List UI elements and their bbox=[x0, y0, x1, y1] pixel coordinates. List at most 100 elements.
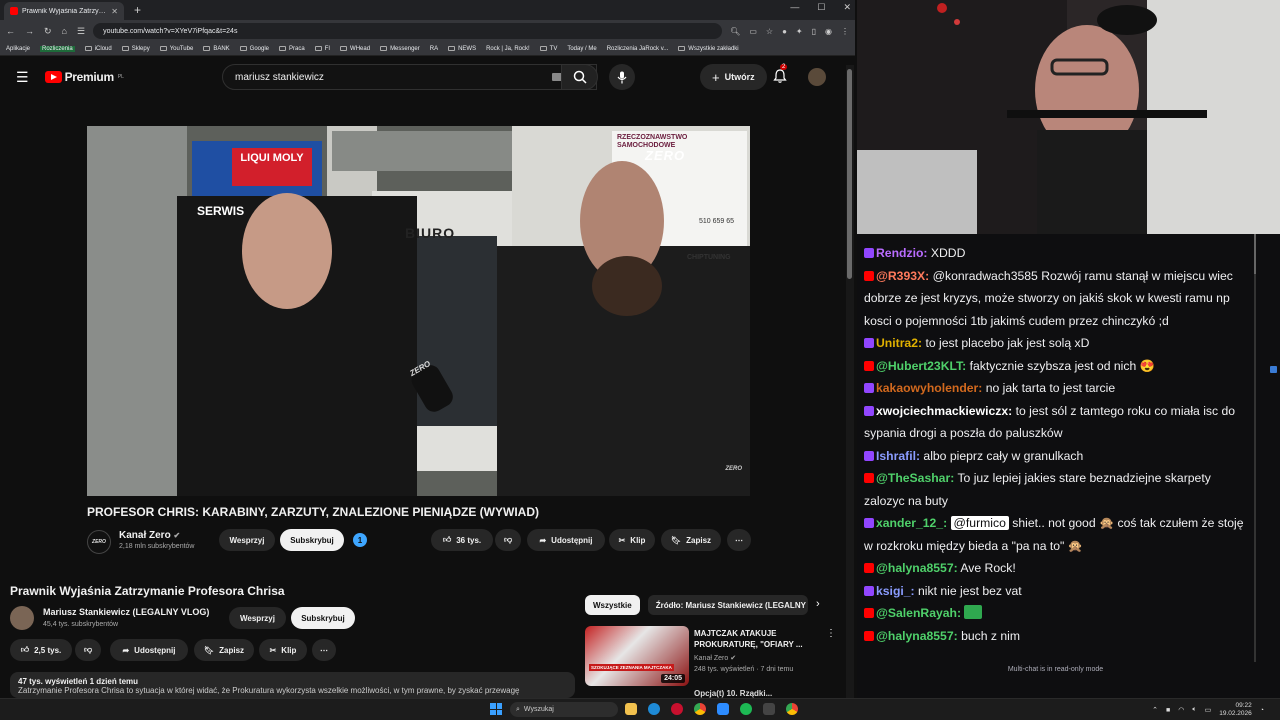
cast-icon[interactable]: ▭ bbox=[749, 27, 757, 36]
bookmark-item[interactable]: Sklepy bbox=[121, 46, 150, 52]
chat-username[interactable]: Rendzio: bbox=[876, 246, 927, 260]
app-icon[interactable] bbox=[717, 703, 729, 715]
chat-username[interactable]: @halyna8557: bbox=[876, 561, 958, 575]
maximize-icon[interactable]: ☐ bbox=[817, 2, 825, 13]
profile-icon[interactable]: ◉ bbox=[825, 27, 832, 36]
clock[interactable]: 09:22 19.02.2026 bbox=[1219, 702, 1252, 718]
chat-username[interactable]: @halyna8557: bbox=[876, 629, 958, 643]
bookmark-item[interactable]: Wszystkie zakładki bbox=[678, 46, 739, 52]
share-button[interactable]: ➦ Udostępnij bbox=[527, 529, 605, 551]
minimize-icon[interactable]: — bbox=[790, 2, 799, 13]
video2-clip-button[interactable]: ✂ Klip bbox=[259, 639, 307, 661]
video2-share-button[interactable]: ➦ Udostępnij bbox=[110, 639, 188, 661]
chips-next-icon[interactable]: › bbox=[816, 598, 820, 610]
channel-avatar[interactable]: ZERO bbox=[87, 530, 111, 554]
bookmark-item[interactable]: Rock | Ja, Rock! bbox=[486, 46, 530, 52]
chat-username[interactable]: Unitra2: bbox=[876, 336, 922, 350]
rec-channel[interactable]: Kanał Zero ✔ bbox=[694, 654, 736, 662]
close-window-icon[interactable]: ✕ bbox=[843, 2, 851, 13]
opera-icon[interactable] bbox=[671, 703, 683, 715]
chat-username[interactable]: @SalenRayah: bbox=[876, 606, 961, 620]
chat-username[interactable]: xander_12_: bbox=[876, 516, 947, 530]
video2-subscribe-button[interactable]: Subskrybuj bbox=[291, 607, 355, 629]
video2-description[interactable]: 47 tys. wyświetleń 1 dzień temu Zatrzyma… bbox=[10, 672, 575, 698]
save-button[interactable]: 🔖︎ Zapisz bbox=[661, 529, 721, 551]
url-field[interactable]: youtube.com/watch?v=XYeV7iPfqac&t=24s bbox=[93, 23, 723, 39]
support-button[interactable]: Wesprzyj bbox=[219, 529, 275, 551]
site-info-icon[interactable]: ☰ bbox=[77, 26, 85, 37]
chat-scrollbar[interactable] bbox=[1254, 234, 1256, 662]
video2-channel-name[interactable]: Mariusz Stankiewicz (LEGALNY VLOG) bbox=[43, 607, 209, 617]
voice-search-button[interactable] bbox=[609, 64, 635, 90]
video2-more-button[interactable]: ⋯ bbox=[312, 639, 336, 661]
wifi-icon[interactable]: ◠ bbox=[1178, 706, 1184, 714]
video2-save-button[interactable]: 🔖︎ Zapisz bbox=[194, 639, 254, 661]
sidebar-icon[interactable]: ▯ bbox=[812, 27, 816, 36]
reload-icon[interactable]: ↻ bbox=[44, 26, 52, 37]
like-button[interactable]: 👍︎ 36 tys. bbox=[431, 529, 493, 551]
bookmark-item[interactable]: NEWS bbox=[448, 46, 476, 52]
edge-icon[interactable] bbox=[648, 703, 660, 715]
chat-username[interactable]: kakaowyholender: bbox=[876, 381, 982, 395]
hamburger-menu-icon[interactable]: ☰ bbox=[16, 69, 29, 86]
chrome-icon[interactable] bbox=[694, 703, 706, 715]
rec-title[interactable]: MAJTCZAK ATAKUJE PROKURATURĘ, "OFIARY ..… bbox=[694, 628, 819, 650]
rec-menu-icon[interactable]: ⋮ bbox=[826, 628, 836, 639]
home-icon[interactable]: ⌂ bbox=[62, 26, 67, 37]
bookmark-star-icon[interactable]: ☆ bbox=[766, 27, 773, 36]
bookmark-item[interactable]: Rozliczenia JaRock v... bbox=[607, 46, 669, 52]
bookmark-item[interactable]: BANK bbox=[203, 46, 230, 52]
bookmark-item[interactable]: Messenger bbox=[380, 46, 420, 52]
video2-like-button[interactable]: 👍︎ 2,5 tys. bbox=[10, 639, 72, 661]
channel-name[interactable]: Kanał Zero ✔ bbox=[119, 530, 180, 541]
page-scrollbar[interactable] bbox=[846, 65, 854, 698]
dislike-button[interactable]: 👎︎ bbox=[495, 529, 521, 551]
chat-username[interactable]: @Hubert23KLT: bbox=[876, 359, 966, 373]
scrollbar-thumb[interactable] bbox=[847, 69, 852, 279]
chat-username[interactable]: xwojciechmackiewiczx: bbox=[876, 404, 1012, 418]
file-explorer-icon[interactable] bbox=[625, 703, 637, 715]
start-button[interactable] bbox=[490, 703, 502, 715]
notifications-button[interactable]: 2 bbox=[773, 64, 788, 89]
video2-channel-avatar[interactable] bbox=[10, 606, 34, 630]
back-icon[interactable]: ← bbox=[6, 26, 15, 37]
bookmark-item[interactable]: WHead bbox=[340, 46, 370, 52]
forward-icon[interactable]: → bbox=[25, 26, 34, 37]
bookmark-item[interactable]: FI bbox=[314, 46, 330, 52]
taskbar-search[interactable]: ⌕ Wyszukaj bbox=[510, 702, 618, 717]
youtube-logo[interactable]: Premium PL bbox=[44, 70, 124, 84]
bookmark-item[interactable]: Rozliczenia bbox=[40, 45, 75, 52]
account-avatar[interactable] bbox=[808, 68, 826, 86]
chat-username[interactable]: @TheSashar: bbox=[876, 471, 954, 485]
bookmark-item[interactable]: Today / Me bbox=[567, 46, 596, 52]
extension-icon[interactable]: ● bbox=[782, 27, 787, 36]
bookmark-item[interactable]: Praca bbox=[279, 46, 305, 52]
bookmark-item[interactable]: RA bbox=[430, 46, 438, 52]
video2-support-button[interactable]: Wesprzyj bbox=[229, 607, 286, 629]
bookmark-item[interactable]: iCloud bbox=[84, 46, 112, 52]
subscribe-button[interactable]: Subskrybuj bbox=[280, 529, 344, 551]
video-player[interactable]: LIQUI MOLY SERWIS BIURO RZECZOZNAWSTWO S… bbox=[87, 126, 750, 496]
spotify-icon[interactable] bbox=[740, 703, 752, 715]
search-input[interactable] bbox=[235, 71, 552, 83]
tray-expand-icon[interactable]: ⌃ bbox=[1152, 706, 1158, 714]
chip-source[interactable]: Źródło: Mariusz Stankiewicz (LEGALNY VLO… bbox=[647, 595, 808, 615]
chip-all[interactable]: Wszystkie bbox=[585, 595, 640, 615]
chat-scrollbar-thumb[interactable] bbox=[1254, 234, 1256, 274]
zoom-icon[interactable]: 🔍︎ bbox=[730, 27, 740, 36]
notification-icon[interactable]: ◔ bbox=[1260, 707, 1264, 714]
new-tab-icon[interactable]: + bbox=[134, 3, 141, 17]
extensions-puzzle-icon[interactable]: ✦ bbox=[796, 27, 803, 36]
search-button[interactable] bbox=[561, 64, 598, 90]
chrome-icon[interactable] bbox=[786, 703, 798, 715]
close-tab-icon[interactable]: ✕ bbox=[111, 7, 118, 16]
chat-username[interactable]: @R393X: bbox=[876, 269, 929, 283]
download-icon[interactable] bbox=[763, 703, 775, 715]
chat-username[interactable]: ksigi_: bbox=[876, 584, 915, 598]
clip-button[interactable]: ✂ Klip bbox=[609, 529, 655, 551]
browser-tab[interactable]: Prawnik Wyjaśnia Zatrzymanie Profesora C… bbox=[4, 2, 124, 20]
browser-menu-icon[interactable]: ⋮ bbox=[841, 27, 849, 36]
next-rec-title[interactable]: Opcja(t) 10. Rządki... bbox=[694, 689, 772, 698]
tray-app-icon[interactable]: ■ bbox=[1166, 707, 1170, 714]
battery-icon[interactable]: ▭ bbox=[1205, 706, 1212, 714]
